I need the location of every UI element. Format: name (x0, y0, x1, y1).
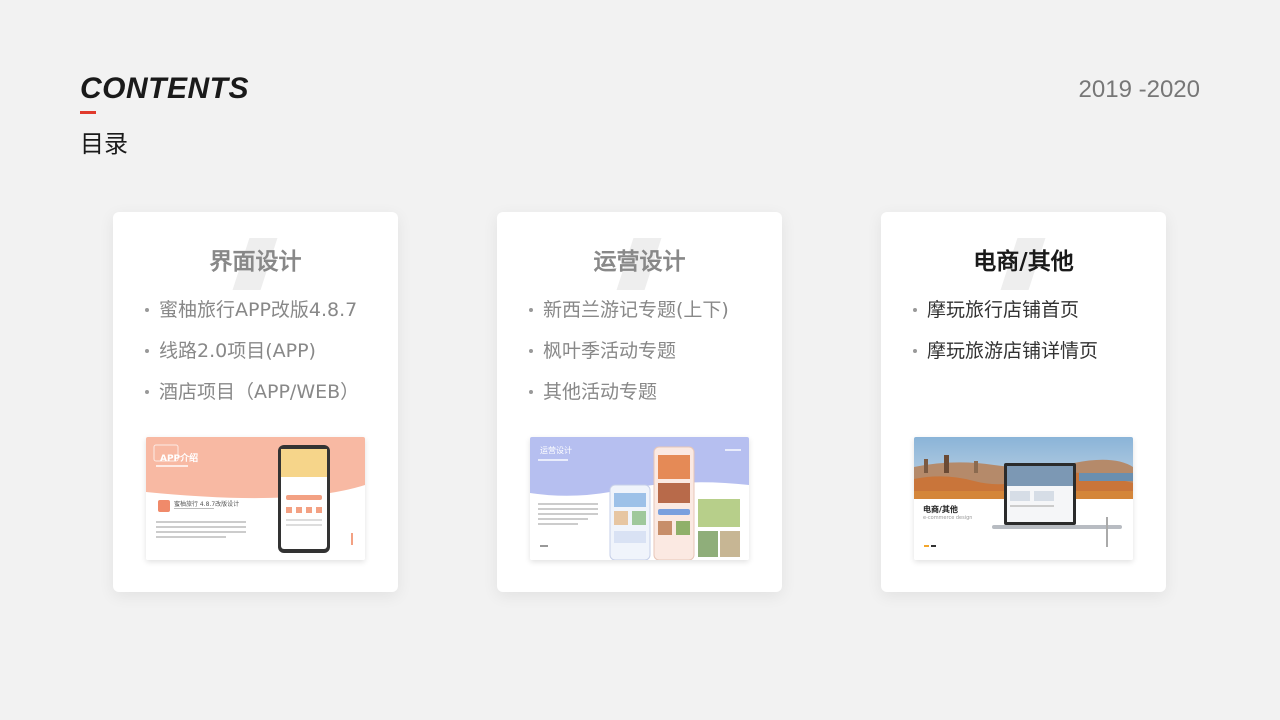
card-item-list: 摩玩旅行店铺首页 摩玩旅游店铺详情页 (913, 296, 1098, 378)
bullet-icon (145, 390, 149, 394)
bullet-icon (913, 349, 917, 353)
year-range: 2019 -2020 (1078, 76, 1200, 103)
card-title-ui-design: 界面设计 (209, 249, 302, 275)
bullet-icon (529, 308, 533, 312)
card-title-ecommerce: 电商/其他 (973, 249, 1074, 275)
page-title: CONTENTS (80, 72, 249, 105)
card-item-list: 蜜柚旅行APP改版4.8.7 线路2.0项目(APP) 酒店项目（APP/WEB… (145, 296, 359, 419)
thumbnail-app-intro[interactable]: APP介绍 蜜柚旅行 4.8.7改版设计 (146, 437, 365, 560)
bullet-icon (529, 390, 533, 394)
bullet-icon (145, 308, 149, 312)
thumbnail-ecommerce[interactable]: 电商/其他 e-commerce design (914, 437, 1133, 560)
thumb-tag: 电商/其他 (923, 505, 958, 514)
thumbnail-operation[interactable]: 运营设计 (530, 437, 749, 560)
list-item[interactable]: 线路2.0项目(APP) (145, 337, 359, 378)
thumb-project-name: 蜜柚旅行 4.8.7改版设计 (174, 499, 240, 508)
card-title-operation-design: 运营设计 (593, 249, 686, 275)
list-item[interactable]: 摩玩旅游店铺详情页 (913, 337, 1098, 378)
thumb-tag: 运营设计 (540, 446, 572, 455)
list-item[interactable]: 新西兰游记专题(上下) (529, 296, 729, 337)
list-item[interactable]: 酒店项目（APP/WEB） (145, 378, 359, 419)
bullet-icon (913, 308, 917, 312)
ecommerce-preview (914, 437, 1133, 560)
list-item[interactable]: 枫叶季活动专题 (529, 337, 729, 378)
bullet-icon (145, 349, 149, 353)
page-subtitle: 目录 (80, 130, 128, 158)
list-item[interactable]: 其他活动专题 (529, 378, 729, 419)
list-item[interactable]: 摩玩旅行店铺首页 (913, 296, 1098, 337)
card-item-list: 新西兰游记专题(上下) 枫叶季活动专题 其他活动专题 (529, 296, 729, 419)
bullet-icon (529, 349, 533, 353)
thumb-sub: e-commerce design (923, 515, 973, 521)
title-accent-bar (80, 111, 96, 114)
thumb-tag: APP介绍 (160, 454, 199, 464)
list-item[interactable]: 蜜柚旅行APP改版4.8.7 (145, 296, 359, 337)
